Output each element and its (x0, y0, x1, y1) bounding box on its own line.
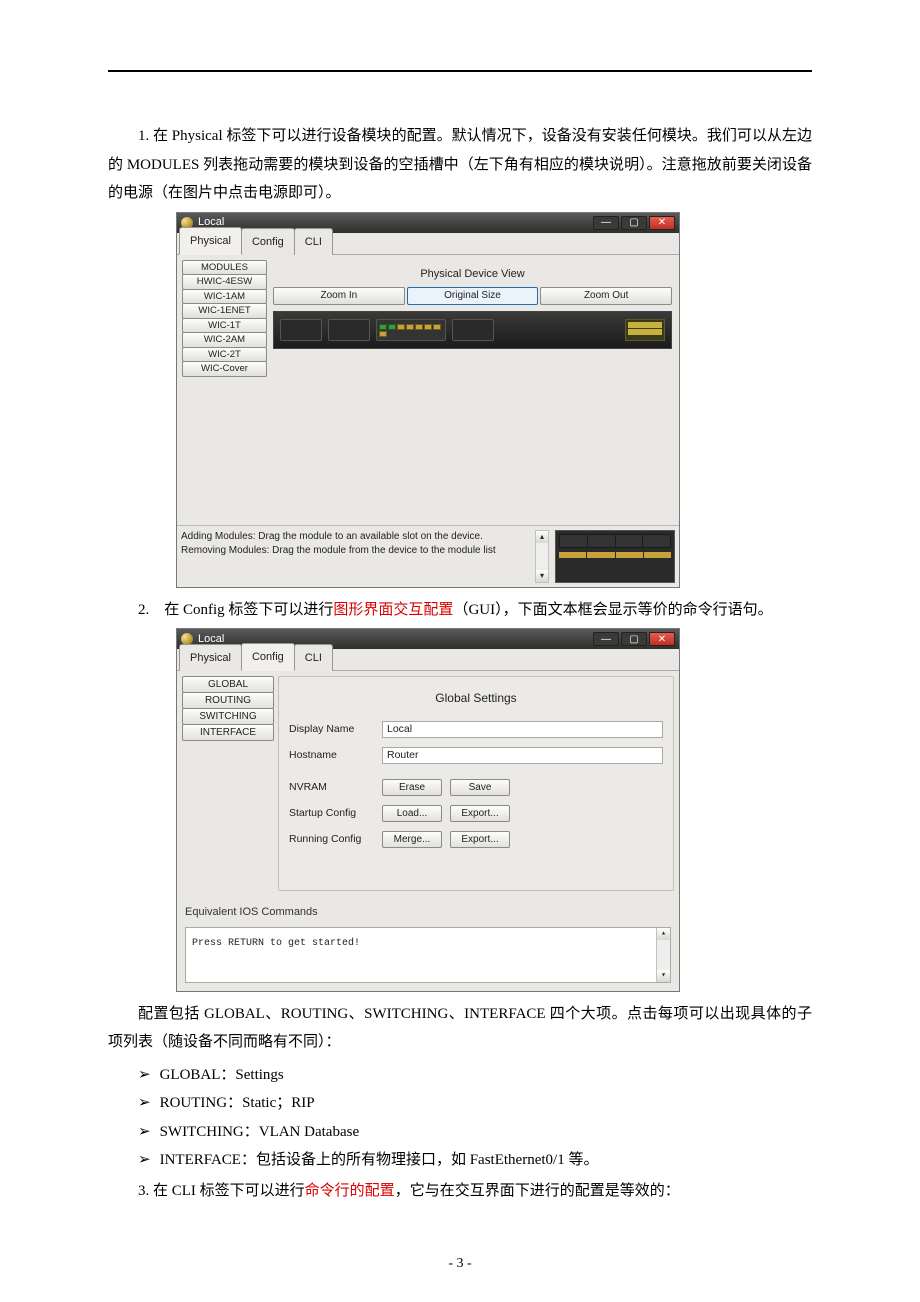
form-heading: Global Settings (289, 683, 663, 720)
text: ROUTING：Static；RIP (160, 1095, 315, 1111)
paragraph-4: 3. 在 CLI 标签下可以进行命令行的配置，它与在交互界面下进行的配置是等效的… (108, 1177, 812, 1206)
erase-button[interactable]: Erase (382, 779, 442, 796)
page-number: - 3 - (0, 1256, 920, 1272)
display-name-label: Display Name (289, 720, 374, 740)
close-button[interactable]: ✕ (649, 632, 675, 646)
list-item: ROUTING：Static；RIP (108, 1089, 812, 1118)
nvram-label: NVRAM (289, 778, 374, 798)
list-item: SWITCHING：VLAN Database (108, 1118, 812, 1147)
figure-config: Local — ▢ ✕ Physical Config CLI GLOBAL (176, 628, 812, 992)
save-button[interactable]: Save (450, 779, 510, 796)
running-config-label: Running Config (289, 830, 374, 850)
header-rule (108, 70, 812, 72)
list-item: GLOBAL：Settings (108, 1061, 812, 1090)
figure-physical: Local — ▢ ✕ Physical Config CLI MODULES (176, 212, 812, 588)
hostname-label: Hostname (289, 746, 374, 766)
text: （GUI），下面文本框会显示等价的命令行语句。 (453, 602, 772, 618)
tab-cli[interactable]: CLI (294, 644, 333, 671)
module-help-text: Adding Modules: Drag the module to an av… (181, 530, 529, 583)
scroll-down-icon[interactable]: ▾ (657, 970, 670, 982)
window-config: Local — ▢ ✕ Physical Config CLI GLOBAL (176, 628, 680, 992)
text: INTERFACE：包括设备上的所有物理接口，如 FastEthernet0/1… (160, 1152, 599, 1168)
modules-panel: MODULES HWIC-4ESW WIC-1AM WIC-1ENET WIC-… (182, 260, 267, 520)
zoom-row: Zoom In Original Size Zoom Out (271, 287, 674, 309)
category-routing[interactable]: ROUTING (182, 692, 274, 709)
text-highlight: 命令行的配置 (305, 1183, 395, 1199)
window-physical: Local — ▢ ✕ Physical Config CLI MODULES (176, 212, 680, 588)
tab-config[interactable]: Config (241, 643, 295, 671)
module-item[interactable]: WIC-Cover (182, 361, 267, 377)
module-item[interactable]: WIC-1AM (182, 289, 267, 305)
device-header: Physical Device View (271, 260, 674, 288)
ios-commands-box[interactable]: Press RETURN to get started! ▴ ▾ (185, 927, 671, 983)
ios-scrollbar[interactable]: ▴ ▾ (656, 928, 670, 982)
text: 2. 在 Config 标签下可以进行 (138, 602, 333, 618)
tab-bar: Physical Config CLI (177, 649, 679, 671)
chassis-slot[interactable] (452, 319, 494, 341)
config-form: Global Settings Display Name Local Hostn… (278, 676, 674, 891)
help-remove: Removing Modules: Drag the module from t… (181, 544, 529, 558)
maximize-button[interactable]: ▢ (621, 216, 647, 230)
window-controls: — ▢ ✕ (593, 216, 675, 230)
chassis-slot[interactable] (328, 319, 370, 341)
config-categories: GLOBAL ROUTING SWITCHING INTERFACE (182, 676, 274, 891)
tab-bar: Physical Config CLI (177, 233, 679, 255)
paragraph-2: 2. 在 Config 标签下可以进行图形界面交互配置（GUI），下面文本框会显… (108, 596, 812, 625)
device-chassis[interactable] (273, 311, 672, 349)
module-item[interactable]: HWIC-4ESW (182, 274, 267, 290)
chassis-ports[interactable] (376, 319, 446, 341)
tab-physical[interactable]: Physical (179, 227, 242, 255)
help-add: Adding Modules: Drag the module to an av… (181, 530, 529, 544)
text: GLOBAL：Settings (160, 1067, 284, 1083)
zoom-in-button[interactable]: Zoom In (273, 287, 405, 305)
module-item[interactable]: WIC-1ENET (182, 303, 267, 319)
category-switching[interactable]: SWITCHING (182, 708, 274, 725)
scroll-up-icon[interactable]: ▴ (536, 531, 548, 543)
tab-config[interactable]: Config (241, 228, 295, 255)
text: 3. 在 CLI 标签下可以进行 (138, 1183, 305, 1199)
text: ，它与在交互界面下进行的配置是等效的： (395, 1183, 680, 1199)
module-item[interactable]: WIC-1T (182, 318, 267, 334)
paragraph-1: 1. 在 Physical 标签下可以进行设备模块的配置。默认情况下，设备没有安… (108, 122, 812, 208)
modules-header: MODULES (182, 260, 267, 276)
scroll-down-icon[interactable]: ▾ (536, 570, 548, 582)
paragraph-3: 配置包括 GLOBAL、ROUTING、SWITCHING、INTERFACE … (108, 1000, 812, 1057)
close-button[interactable]: ✕ (649, 216, 675, 230)
hostname-input[interactable]: Router (382, 747, 663, 764)
startup-config-label: Startup Config (289, 804, 374, 824)
module-preview (555, 530, 675, 583)
zoom-out-button[interactable]: Zoom Out (540, 287, 672, 305)
text: SWITCHING：VLAN Database (160, 1124, 360, 1140)
maximize-button[interactable]: ▢ (621, 632, 647, 646)
category-global[interactable]: GLOBAL (182, 676, 274, 693)
merge-button[interactable]: Merge... (382, 831, 442, 848)
export-startup-button[interactable]: Export... (450, 805, 510, 822)
list-item: INTERFACE：包括设备上的所有物理接口，如 FastEthernet0/1… (108, 1146, 812, 1175)
module-item[interactable]: WIC-2AM (182, 332, 267, 348)
tab-cli[interactable]: CLI (294, 228, 333, 255)
original-size-button[interactable]: Original Size (407, 287, 539, 305)
scroll-up-icon[interactable]: ▴ (657, 928, 670, 940)
power-supply[interactable] (625, 319, 665, 341)
ios-section-label: Equivalent IOS Commands (177, 896, 679, 925)
ios-text: Press RETURN to get started! (192, 938, 360, 949)
window-controls: — ▢ ✕ (593, 632, 675, 646)
tab-physical[interactable]: Physical (179, 644, 242, 671)
device-panel: Physical Device View Zoom In Original Si… (271, 260, 674, 520)
module-item[interactable]: WIC-2T (182, 347, 267, 363)
load-button[interactable]: Load... (382, 805, 442, 822)
body: 1. 在 Physical 标签下可以进行设备模块的配置。默认情况下，设备没有安… (108, 122, 812, 1205)
bullet-list: GLOBAL：Settings ROUTING：Static；RIP SWITC… (108, 1061, 812, 1175)
display-name-input[interactable]: Local (382, 721, 663, 738)
help-scrollbar[interactable]: ▴ ▾ (535, 530, 549, 583)
minimize-button[interactable]: — (593, 216, 619, 230)
minimize-button[interactable]: — (593, 632, 619, 646)
category-interface[interactable]: INTERFACE (182, 724, 274, 741)
chassis-slot[interactable] (280, 319, 322, 341)
text-highlight: 图形界面交互配置 (333, 602, 453, 618)
export-running-button[interactable]: Export... (450, 831, 510, 848)
